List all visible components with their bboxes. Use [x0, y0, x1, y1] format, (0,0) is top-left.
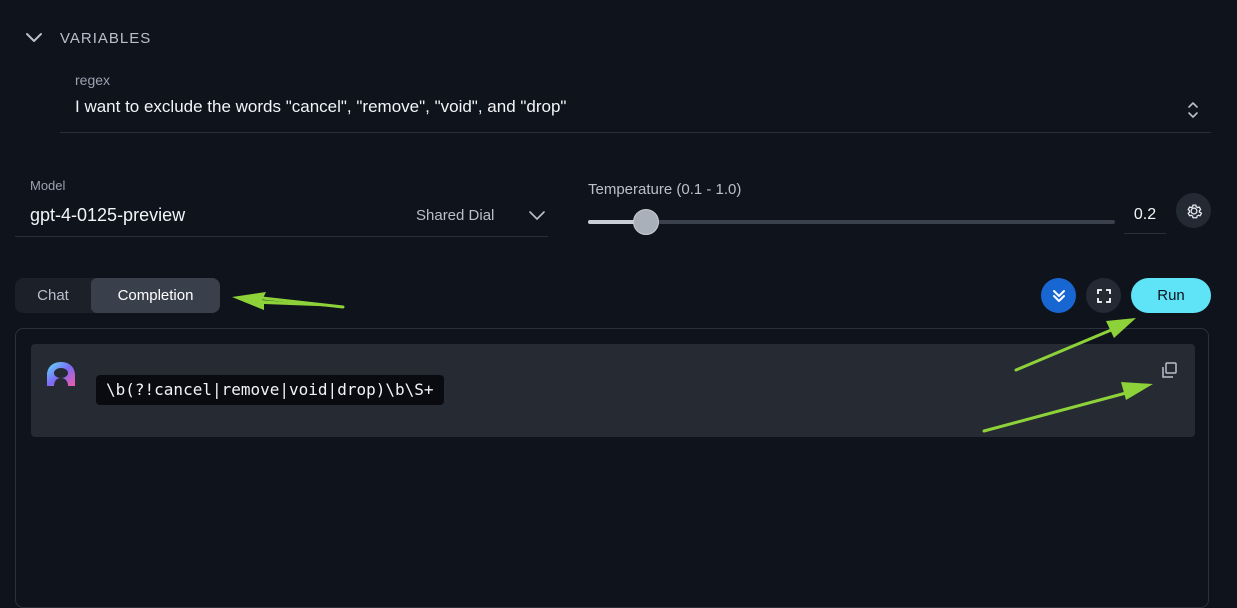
annotation-arrow	[232, 292, 345, 310]
variables-section-title: VARIABLES	[60, 29, 152, 47]
variables-section-header[interactable]: VARIABLES	[24, 26, 151, 50]
settings-button[interactable]	[1176, 193, 1211, 228]
double-chevron-down-icon	[1052, 289, 1065, 302]
chevron-down-icon[interactable]	[24, 28, 44, 48]
variable-name-label: regex	[75, 72, 111, 88]
fullscreen-button[interactable]	[1086, 278, 1121, 313]
model-select-underline	[15, 236, 548, 237]
model-label: Model	[30, 178, 66, 193]
mode-tabs: Chat Completion	[15, 278, 220, 313]
temperature-slider-thumb[interactable]	[632, 209, 659, 235]
fullscreen-icon	[1096, 288, 1111, 303]
chevron-down-icon[interactable]	[527, 205, 547, 225]
model-select-value[interactable]: gpt-4-0125-preview	[30, 205, 185, 226]
tab-chat[interactable]: Chat	[15, 278, 91, 313]
code-output: \b(?!cancel|remove|void|drop)\b\S+	[96, 375, 444, 405]
temperature-label: Temperature (0.1 - 1.0)	[588, 181, 742, 198]
run-button[interactable]: Run	[1131, 278, 1211, 313]
copy-icon[interactable]	[1159, 360, 1179, 380]
scroll-to-bottom-button[interactable]	[1041, 278, 1076, 313]
variable-field-underline	[60, 132, 1211, 133]
variable-value-input[interactable]: I want to exclude the words "cancel", "r…	[75, 97, 566, 117]
gear-icon	[1187, 203, 1202, 218]
spinner-updown-icon[interactable]	[1184, 99, 1202, 121]
tab-completion[interactable]: Completion	[91, 278, 220, 313]
assistant-logo-icon	[47, 362, 75, 386]
temperature-value-input[interactable]: 0.2	[1124, 205, 1166, 234]
temperature-slider-track[interactable]	[588, 220, 1115, 224]
model-provider-label: Shared Dial	[416, 207, 495, 224]
